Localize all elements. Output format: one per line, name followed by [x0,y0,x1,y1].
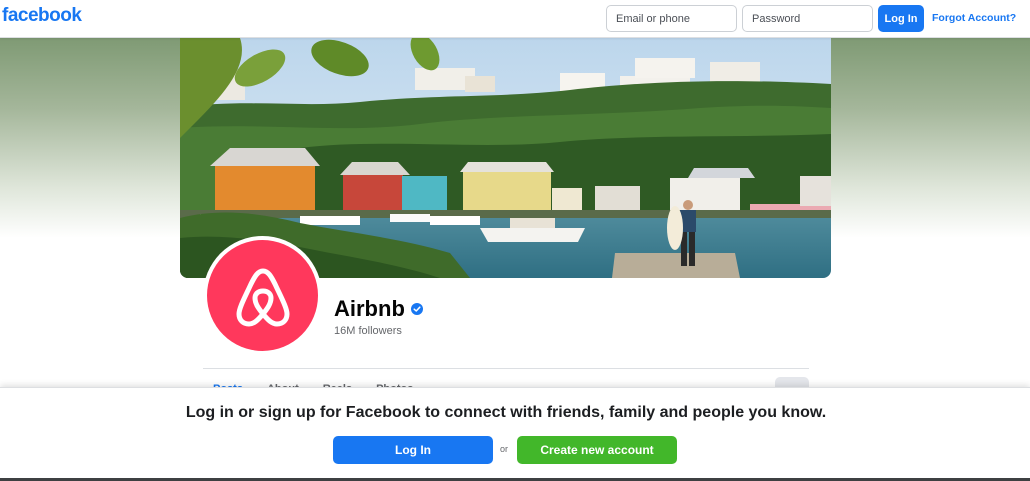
followers-count[interactable]: 16M followers [334,325,402,337]
login-prompt-text: Log in or sign up for Facebook to connec… [185,404,827,421]
email-field[interactable] [606,5,737,32]
top-navigation-bar: facebook Log In Forgot Account? [0,0,1030,38]
header-login-button[interactable]: Log In [878,5,924,32]
verified-badge-icon [410,303,423,315]
forgot-account-link[interactable]: Forgot Account? [932,12,1016,24]
prompt-login-button[interactable]: Log In [333,436,493,464]
airbnb-logo-icon [236,268,289,326]
password-field[interactable] [742,5,873,32]
page-name-row: Airbnb [334,296,423,322]
login-prompt-banner: Log in or sign up for Facebook to connec… [0,387,1030,481]
create-account-button[interactable]: Create new account [517,436,677,464]
avatar[interactable] [207,240,318,351]
facebook-logo[interactable]: facebook [2,5,82,27]
or-separator: or [500,444,509,454]
page-title[interactable]: Airbnb [334,296,405,322]
profile-divider [203,368,809,369]
